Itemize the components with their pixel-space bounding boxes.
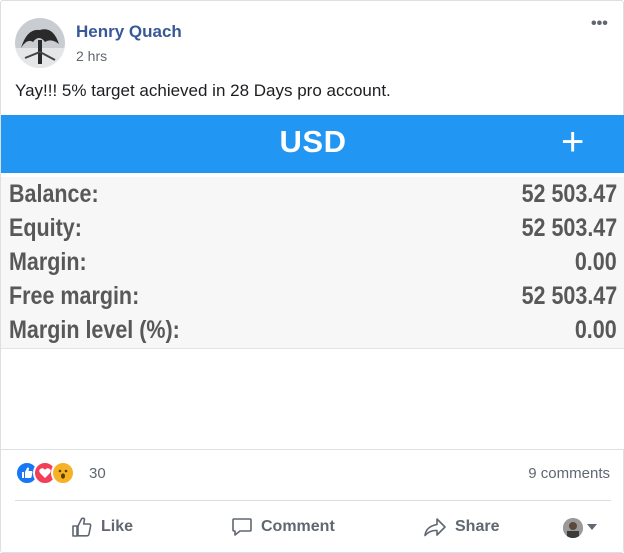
account-row-equity: Equity: 52 503.47 bbox=[1, 211, 624, 245]
author-name[interactable]: Henry Quach bbox=[76, 22, 182, 42]
comments-count[interactable]: 9 comments bbox=[528, 465, 610, 482]
post-text: Yay!!! 5% target achieved in 28 Days pro… bbox=[15, 81, 391, 100]
post-image[interactable]: USD + Balance: 52 503.47 Equity: 52 503.… bbox=[1, 115, 624, 450]
account-row-margin-level: Margin level (%): 0.00 bbox=[1, 313, 624, 347]
reactions-summary[interactable] bbox=[15, 461, 85, 485]
share-button[interactable]: Share bbox=[423, 513, 499, 541]
post-actions: Like Comment Share bbox=[1, 501, 624, 553]
account-row-label: Free margin: bbox=[9, 282, 140, 310]
viewer-avatar[interactable] bbox=[563, 518, 583, 538]
author-avatar[interactable] bbox=[15, 18, 65, 68]
wow-icon bbox=[51, 461, 75, 485]
account-row-label: Balance: bbox=[9, 180, 99, 208]
account-row-margin: Margin: 0.00 bbox=[1, 245, 624, 279]
account-row-value: 52 503.47 bbox=[521, 214, 617, 242]
currency-label: USD bbox=[279, 124, 347, 159]
reaction-count[interactable]: 30 bbox=[89, 465, 106, 482]
account-row-value: 52 503.47 bbox=[521, 180, 617, 208]
account-header-bar: USD + bbox=[1, 115, 624, 173]
share-icon bbox=[424, 518, 446, 537]
chevron-down-icon[interactable] bbox=[587, 524, 597, 530]
account-row-value: 0.00 bbox=[575, 248, 617, 276]
post-timestamp[interactable]: 2 hrs bbox=[76, 48, 107, 64]
account-row-value: 0.00 bbox=[575, 316, 617, 344]
comment-icon bbox=[232, 518, 252, 536]
comment-label: Comment bbox=[261, 518, 335, 535]
account-row-balance: Balance: 52 503.47 bbox=[1, 177, 624, 211]
account-row-label: Margin: bbox=[9, 248, 87, 276]
plus-icon: + bbox=[561, 120, 585, 164]
post-stats: 30 9 comments bbox=[1, 450, 624, 500]
more-options-icon[interactable]: ••• bbox=[591, 15, 608, 33]
share-label: Share bbox=[455, 518, 500, 535]
account-row-value: 52 503.47 bbox=[521, 282, 617, 310]
thumbs-up-icon bbox=[72, 517, 92, 537]
account-row-label: Equity: bbox=[9, 214, 82, 242]
account-summary-table: Balance: 52 503.47 Equity: 52 503.47 Mar… bbox=[1, 177, 624, 349]
post-card: Henry Quach 2 hrs ••• Yay!!! 5% target a… bbox=[0, 0, 624, 553]
like-button[interactable]: Like bbox=[71, 513, 133, 541]
account-row-label: Margin level (%): bbox=[9, 316, 180, 344]
account-row-free-margin: Free margin: 52 503.47 bbox=[1, 279, 624, 313]
comment-button[interactable]: Comment bbox=[231, 513, 335, 541]
like-label: Like bbox=[101, 518, 134, 535]
